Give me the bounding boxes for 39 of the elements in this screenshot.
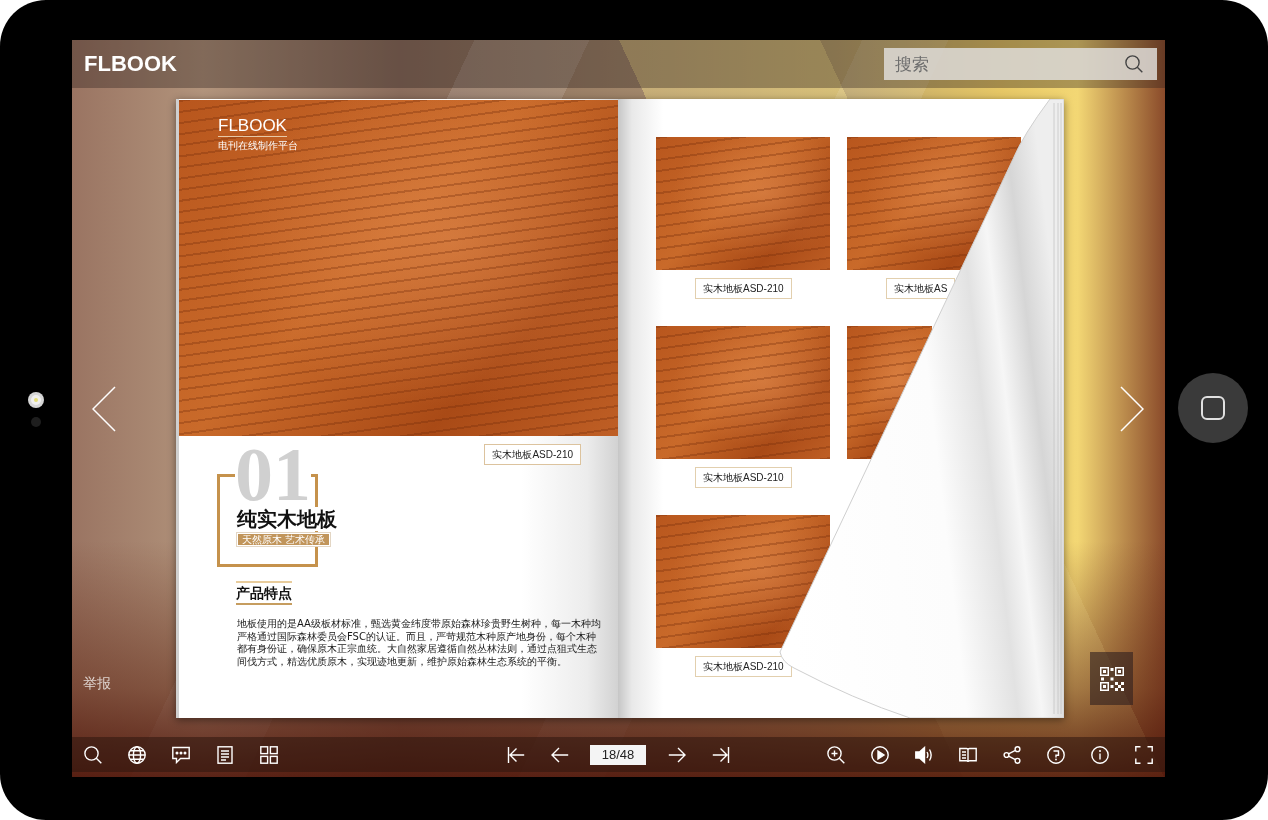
info-icon[interactable]	[1091, 745, 1109, 764]
logo: FLBOOK	[84, 52, 177, 76]
product-label: 实木地板ASD-210	[695, 278, 792, 299]
product-label: 实木地板ASD-210	[484, 444, 581, 465]
qr-code-icon	[1099, 666, 1124, 691]
help-icon[interactable]	[1047, 745, 1065, 764]
play-icon[interactable]	[871, 745, 889, 764]
sensor-icon	[31, 417, 41, 427]
volume-icon[interactable]	[915, 745, 933, 764]
camera-icon	[28, 392, 44, 408]
fullscreen-icon[interactable]	[1135, 745, 1153, 764]
page-number-field[interactable]: 18/48	[590, 744, 646, 765]
product-label: 实木地板ASD-210	[695, 656, 792, 677]
product-label: 实木地板ASD-210	[695, 467, 792, 488]
arrow-left-icon[interactable]	[551, 745, 569, 764]
title: 纯实木地板	[237, 507, 337, 531]
comment-icon[interactable]	[172, 745, 190, 764]
open-book-icon[interactable]	[959, 745, 977, 764]
document-icon[interactable]	[216, 745, 234, 764]
report-link[interactable]: 举报	[83, 675, 111, 691]
qr-code-button[interactable]	[1090, 652, 1133, 705]
section-heading: 产品特点	[236, 581, 292, 605]
search-field[interactable]: 搜索	[884, 48, 1157, 80]
rounded-square-icon	[1201, 396, 1225, 420]
brand-text: FLBOOK	[218, 117, 287, 137]
tagline: 电刊在线制作平台	[218, 140, 298, 152]
last-page-icon[interactable]	[712, 745, 730, 764]
chevron-left-icon[interactable]	[92, 386, 116, 432]
first-page-icon[interactable]	[507, 745, 525, 764]
search-icon[interactable]	[1125, 55, 1143, 73]
grid-icon[interactable]	[260, 745, 278, 764]
arrow-right-icon[interactable]	[668, 745, 686, 764]
globe-icon[interactable]	[128, 745, 146, 764]
description-paragraph: 地板使用的是AA级板材标准，甄选黄金纬度带原始森林珍贵野生树种，每一木种均严格通过国际森林委员会FSC的认证。而且，严苛规范木种原产地身份，每个木种都有身份证，确保原木正宗血统。大自然家居遵循自然丛林法则，通过点狙式生态间伐方式，精选优质原木，实现迹地更新，维护原始森林生态系统的平衡。	[237, 618, 602, 668]
chevron-right-icon[interactable]	[1120, 386, 1144, 432]
zoom-in-icon[interactable]	[827, 745, 845, 764]
search-icon[interactable]	[84, 745, 102, 764]
share-icon[interactable]	[1003, 745, 1021, 764]
subtitle-band: 天然原木 艺术传承	[237, 533, 331, 546]
